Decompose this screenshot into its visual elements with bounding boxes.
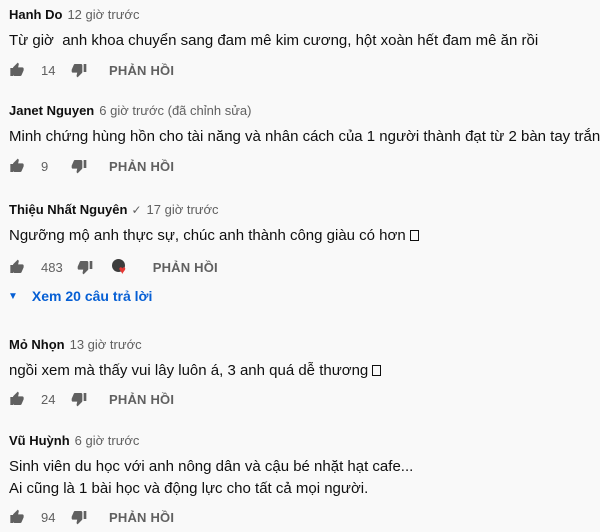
caret-down-icon: ▼ <box>8 290 18 302</box>
reply-button[interactable]: PHẢN HỒI <box>109 63 174 78</box>
comment-text: Minh chứng hùng hồn cho tài năng và nhân… <box>9 128 600 145</box>
dislike-icon[interactable] <box>77 259 93 275</box>
comment-text: Từ giờ anh khoa chuyển sang đam mê kim c… <box>9 32 539 49</box>
dislike-icon[interactable] <box>71 158 87 174</box>
like-count: 14 <box>41 62 56 78</box>
comment-author[interactable]: Janet Nguyen <box>9 103 94 118</box>
comment-text: ngồi xem mà thấy vui lây luôn á, 3 anh q… <box>9 360 382 382</box>
like-icon[interactable] <box>9 158 25 174</box>
comment-actions: 9 PHẢN HỒI <box>9 156 174 176</box>
dislike-icon[interactable] <box>71 391 87 407</box>
comment-author[interactable]: Vũ Huỳnh <box>9 433 70 448</box>
emoji-placeholder-icon <box>372 365 382 376</box>
comment-text-line: Ai cũng là 1 bài học và động lực cho tất… <box>9 480 369 497</box>
check-icon: ✓ <box>131 203 142 217</box>
like-count: 483 <box>41 259 63 275</box>
dislike-icon[interactable] <box>71 509 87 525</box>
comment-actions: 24 PHẢN HỒI <box>9 389 174 409</box>
comment-text-content: Ngưỡng mộ anh thực sự, chúc anh thành cô… <box>9 227 406 244</box>
view-replies-label: Xem 20 câu trả lời <box>31 288 153 304</box>
like-icon[interactable] <box>9 509 25 525</box>
comment-time[interactable]: 6 giờ trước <box>75 433 140 448</box>
comment-author[interactable]: Mỏ Nhọn <box>9 337 65 352</box>
comment-time[interactable]: 13 giờ trước <box>70 337 142 352</box>
reply-button[interactable]: PHẢN HỒI <box>109 159 174 174</box>
comment-header: Mỏ Nhọn 13 giờ trước <box>9 337 142 352</box>
comment-header: Janet Nguyen 6 giờ trước (đã chỉnh sửa) <box>9 103 251 118</box>
emoji-placeholder-icon <box>409 230 419 241</box>
like-count: 24 <box>41 391 56 407</box>
comment-time[interactable]: 12 giờ trước <box>67 7 139 22</box>
like-count: 94 <box>41 509 56 525</box>
comment-header: Hanh Do 12 giờ trước <box>9 7 139 22</box>
comment-header: Thiệu Nhất Nguyên ✓ 17 giờ trước <box>9 202 219 217</box>
comment-actions: 94 PHẢN HỒI <box>9 507 174 527</box>
reply-button[interactable]: PHẢN HỒI <box>153 260 218 275</box>
comment-text-content: ngồi xem mà thấy vui lây luôn á, 3 anh q… <box>9 362 369 379</box>
reply-button[interactable]: PHẢN HỒI <box>109 510 174 525</box>
like-count: 9 <box>41 158 49 174</box>
heart-icon: ♥ <box>118 263 126 277</box>
comment-actions: 483 ♥ PHẢN HỒI <box>9 257 218 277</box>
comment-text: Sinh viên du học với anh nông dân và cậu… <box>9 456 413 500</box>
comment-time[interactable]: 6 giờ trước (đã chỉnh sửa) <box>99 103 251 118</box>
like-icon[interactable] <box>9 259 25 275</box>
dislike-icon[interactable] <box>71 62 87 78</box>
comment-text-line: Sinh viên du học với anh nông dân và cậu… <box>9 458 414 475</box>
comment-time[interactable]: 17 giờ trước <box>147 202 219 217</box>
comment-author[interactable]: Thiệu Nhất Nguyên <box>9 202 127 217</box>
creator-heart-icon: ♥ <box>111 258 131 276</box>
view-replies-button[interactable]: ▼ Xem 20 câu trả lời <box>8 288 152 304</box>
comment-actions: 14 PHẢN HỒI <box>9 60 174 80</box>
like-icon[interactable] <box>9 62 25 78</box>
comment-author[interactable]: Hanh Do <box>9 7 62 22</box>
comment-text: Ngưỡng mộ anh thực sự, chúc anh thành cô… <box>9 225 419 247</box>
comment-header: Vũ Huỳnh 6 giờ trước <box>9 433 139 448</box>
like-icon[interactable] <box>9 391 25 407</box>
reply-button[interactable]: PHẢN HỒI <box>109 392 174 407</box>
